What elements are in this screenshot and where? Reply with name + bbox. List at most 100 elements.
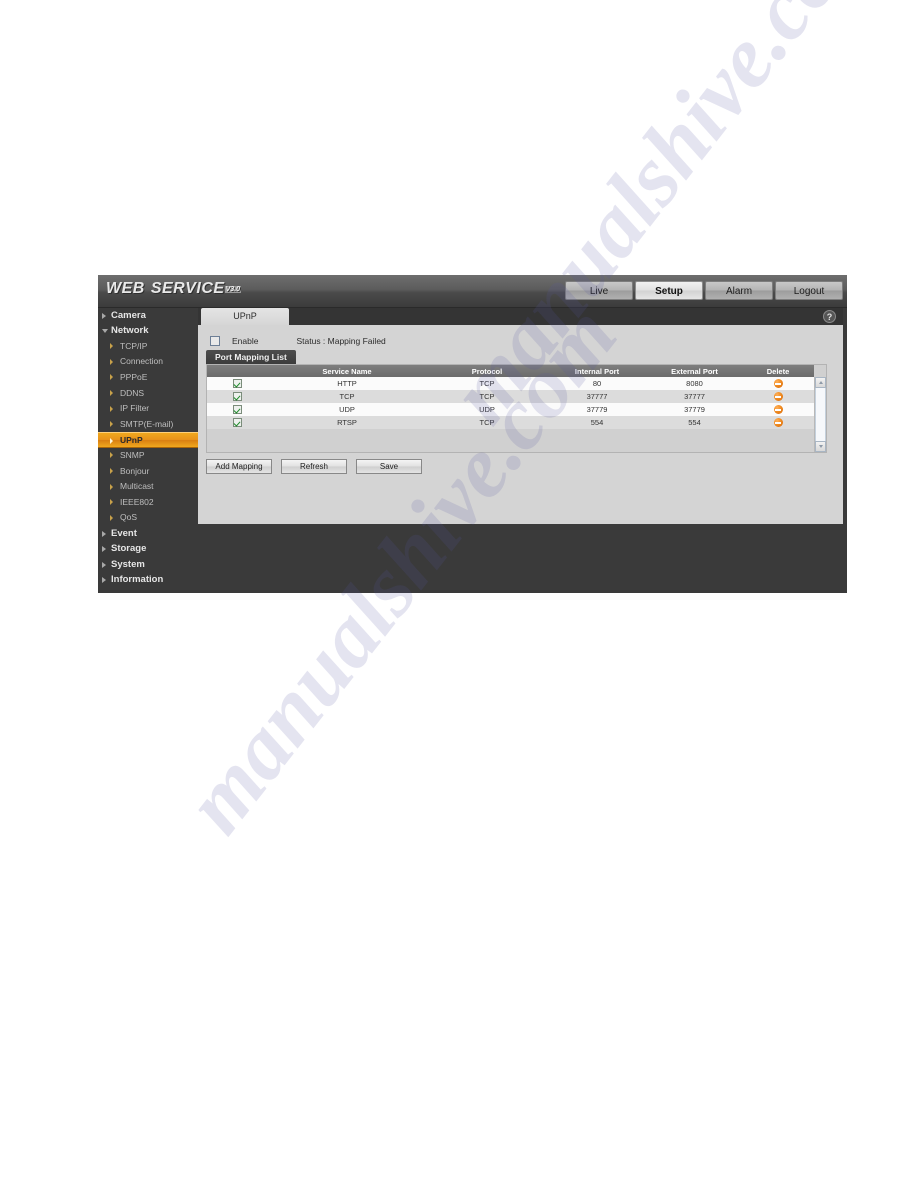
row-enable-cell <box>207 390 267 403</box>
cell-service-name: TCP <box>267 390 427 403</box>
row-enable-checkbox[interactable] <box>232 418 242 428</box>
port-mapping-table: Service Name Protocol Internal Port Externa… <box>207 365 814 429</box>
chevron-right-icon <box>110 405 113 412</box>
scroll-up-button[interactable] <box>815 377 826 388</box>
topnav-live-button[interactable]: Live <box>565 281 633 300</box>
sidebar-group-label: Camera <box>111 310 146 321</box>
sidebar-item-label: Connection <box>120 356 164 367</box>
sidebar-group-label: System <box>111 558 145 570</box>
chevron-up-icon <box>818 381 823 384</box>
sidebar-item-label: Multicast <box>120 481 154 492</box>
chevron-right-icon <box>102 561 106 568</box>
cell-internal-port: 37779 <box>547 403 647 416</box>
sidebar-group-camera[interactable]: Camera <box>98 308 198 323</box>
sidebar-item-ieee802[interactable]: IEEE802 <box>98 495 198 511</box>
topnav-setup-button[interactable]: Setup <box>635 281 703 300</box>
refresh-button[interactable]: Refresh <box>281 459 347 474</box>
sidebar-group-storage[interactable]: Storage <box>98 541 198 556</box>
chevron-down-icon <box>102 329 108 334</box>
cell-service-name: UDP <box>267 403 427 416</box>
logo-version-badge: V3.0 <box>224 286 241 293</box>
sidebar-group-information[interactable]: Information <box>98 572 198 587</box>
sidebar-item-upnp[interactable]: UPnP <box>98 432 198 448</box>
scrollbar-track[interactable] <box>815 388 826 441</box>
row-enable-checkbox[interactable] <box>232 405 242 415</box>
row-enable-checkbox[interactable] <box>232 392 242 402</box>
topnav-logout-button[interactable]: Logout <box>775 281 843 300</box>
table-row[interactable]: RTSP TCP 554 554 <box>207 416 814 429</box>
action-button-row: Add Mapping Refresh Save <box>206 459 422 474</box>
help-icon[interactable]: ? <box>823 310 836 323</box>
sidebar-group-event[interactable]: Event <box>98 526 198 541</box>
sidebar-item-qos[interactable]: QoS <box>98 510 198 526</box>
sidebar-item-smtp-e-mail[interactable]: SMTP(E-mail) <box>98 417 198 433</box>
chevron-right-icon <box>110 358 113 365</box>
sidebar-item-snmp[interactable]: SNMP <box>98 448 198 464</box>
cell-service-name: HTTP <box>267 377 427 390</box>
table-scrollbar[interactable] <box>814 377 826 452</box>
top-navigation: Live Setup Alarm Logout <box>565 281 843 300</box>
scroll-down-button[interactable] <box>815 441 826 452</box>
add-mapping-button[interactable]: Add Mapping <box>206 459 272 474</box>
column-header-service-name: Service Name <box>267 365 427 377</box>
chevron-right-icon <box>102 530 106 537</box>
cell-protocol: TCP <box>427 390 547 403</box>
enable-row: Enable Status : Mapping Failed <box>210 334 386 347</box>
sidebar-item-label: PPPoE <box>120 371 148 382</box>
column-header-internal-port: Internal Port <box>547 365 647 377</box>
table-row[interactable]: HTTP TCP 80 8080 <box>207 377 814 390</box>
save-button[interactable]: Save <box>356 459 422 474</box>
chevron-right-icon <box>110 374 113 381</box>
delete-icon[interactable] <box>773 418 783 428</box>
sidebar-group-network[interactable]: Network <box>98 323 198 338</box>
chevron-right-icon <box>110 499 113 506</box>
page-root: manualshive.com manualshive.com WEB SERVI… <box>0 0 918 1188</box>
row-enable-cell <box>207 403 267 416</box>
row-enable-cell <box>207 416 267 429</box>
sidebar-group-system[interactable]: System <box>98 557 198 572</box>
table-row[interactable]: UDP UDP 37779 37779 <box>207 403 814 416</box>
cell-internal-port: 554 <box>547 416 647 429</box>
chevron-right-icon <box>110 468 113 475</box>
topnav-alarm-button[interactable]: Alarm <box>705 281 773 300</box>
delete-icon[interactable] <box>773 379 783 389</box>
sidebar-item-label: SMTP(E-mail) <box>120 418 174 429</box>
cell-delete <box>742 403 814 416</box>
sidebar-item-connection[interactable]: Connection <box>98 354 198 370</box>
chevron-right-icon <box>110 421 113 428</box>
sidebar-item-ip-filter[interactable]: IP Filter <box>98 401 198 417</box>
column-header-external-port: External Port <box>647 365 742 377</box>
enable-checkbox[interactable] <box>210 335 220 346</box>
sidebar-item-label: Bonjour <box>120 465 150 476</box>
sidebar-item-pppoe[interactable]: PPPoE <box>98 370 198 386</box>
sidebar-item-bonjour[interactable]: Bonjour <box>98 464 198 480</box>
sidebar-item-label: IP Filter <box>120 403 150 414</box>
cell-delete <box>742 377 814 390</box>
port-mapping-table-container: Service Name Protocol Internal Port Externa… <box>206 364 827 453</box>
cell-internal-port: 80 <box>547 377 647 390</box>
chevron-right-icon <box>110 437 113 444</box>
chevron-right-icon <box>102 546 106 553</box>
table-body: HTTP TCP 80 8080 TCP TCP 37777 37777 UDP UDP 37779… <box>207 377 814 429</box>
delete-icon[interactable] <box>773 392 783 402</box>
title-bar: WEB SERVICEV3.0 Live Setup Alarm Logout <box>98 275 847 308</box>
tab-upnp[interactable]: UPnP <box>201 308 289 325</box>
sidebar-item-tcp-ip[interactable]: TCP/IP <box>98 339 198 355</box>
sidebar-group-label: Storage <box>111 543 147 555</box>
cell-delete <box>742 390 814 403</box>
sidebar-item-label: UPnP <box>120 435 143 446</box>
delete-icon[interactable] <box>773 405 783 415</box>
sidebar-item-label: IEEE802 <box>120 496 154 507</box>
cell-internal-port: 37777 <box>547 390 647 403</box>
tab-bar: UPnP ? <box>198 308 843 325</box>
cell-protocol: TCP <box>427 377 547 390</box>
row-enable-checkbox[interactable] <box>232 379 242 389</box>
sidebar-item-multicast[interactable]: Multicast <box>98 479 198 495</box>
chevron-down-icon <box>818 445 823 448</box>
upnp-settings-panel: Enable Status : Mapping Failed Port Mapp… <box>198 325 843 524</box>
app-logo: WEB SERVICEV3.0 <box>106 280 241 298</box>
cell-external-port: 8080 <box>647 377 742 390</box>
table-row[interactable]: TCP TCP 37777 37777 <box>207 390 814 403</box>
logo-service: SERVICE <box>150 280 225 297</box>
sidebar-item-ddns[interactable]: DDNS <box>98 386 198 402</box>
